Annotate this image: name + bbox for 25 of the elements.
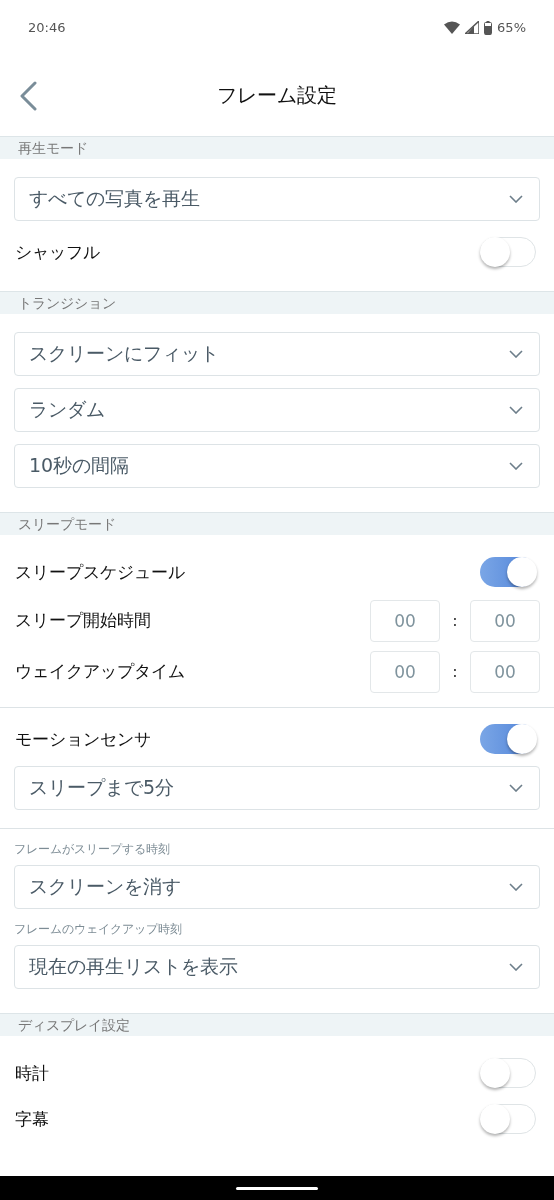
section-header: 再生モード [0,136,554,159]
dropdown[interactable]: すべての写真を再生 [14,177,540,221]
status-time: 20:46 [28,20,66,35]
time-separator: : [451,662,459,681]
setting-label: ウェイクアップタイム [15,660,185,683]
setting-label: スリープスケジュール [15,560,185,584]
dropdown[interactable]: ランダム [14,388,540,432]
battery-percent: 65% [497,20,526,35]
setting-label: 字幕 [15,1107,49,1131]
section-header: ディスプレイ設定 [0,1013,554,1036]
dropdown[interactable]: スリープまで5分 [14,766,540,810]
dropdown[interactable]: スクリーンにフィット [14,332,540,376]
setting-label: シャッフル [15,240,100,264]
setting-label: 時計 [15,1061,49,1085]
field-caption: フレームのウェイクアップ時刻 [14,921,183,938]
field-caption: フレームがスリープする時刻 [14,841,171,858]
screen-title: フレーム設定 [217,82,337,109]
dropdown[interactable]: スクリーンを消す [14,865,540,909]
setting-label: モーションセンサ [15,727,151,751]
dropdown[interactable]: 10秒の間隔 [14,444,540,488]
section-header: トランジション [0,291,554,314]
dropdown[interactable]: 現在の再生リストを表示 [14,945,540,989]
section-header: スリープモード [0,512,554,535]
setting-label: スリープ開始時間 [15,609,151,632]
time-separator: : [451,611,459,630]
